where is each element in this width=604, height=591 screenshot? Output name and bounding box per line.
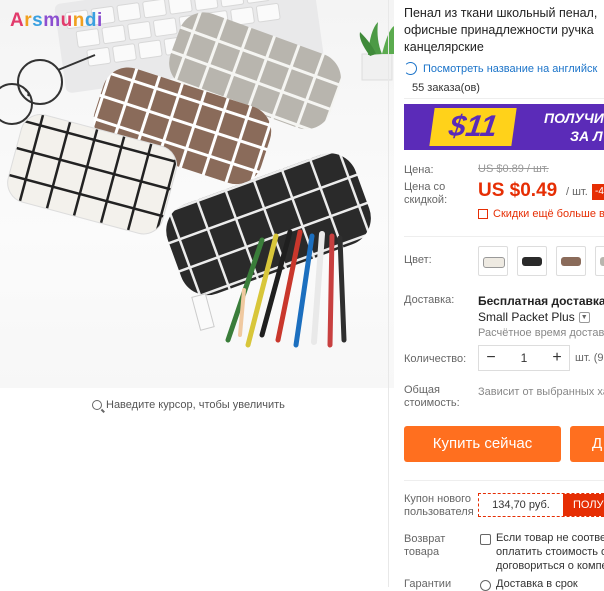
divider — [404, 480, 604, 481]
price-label: Цена: — [404, 164, 434, 176]
returns-line: оплатить стоимость об — [496, 546, 604, 558]
discount-price-label: Цена со скидкой: — [404, 181, 448, 206]
quantity-increase-button[interactable]: + — [545, 346, 569, 370]
returns-line: Если товар не соответ — [496, 532, 604, 544]
banner-text-1: ПОЛУЧИ — [544, 110, 604, 126]
buy-now-button[interactable]: Купить сейчас — [404, 426, 561, 462]
product-title-line: Пенал из ткани школьный пенал, — [404, 6, 598, 20]
shipping-method[interactable]: Small Packet Plus — [478, 310, 575, 324]
quantity-input[interactable]: 1 — [503, 346, 545, 370]
color-swatch-brown[interactable] — [556, 246, 586, 276]
shipping-estimate: Расчётное время доставк — [478, 327, 604, 339]
coupon-label: Купон нового пользователя — [404, 493, 474, 518]
returns-line: договориться о компе — [496, 560, 604, 572]
price-unit: / шт. — [566, 186, 588, 198]
current-price: US $0.49 — [478, 180, 558, 201]
banner-amount: $11 — [429, 108, 517, 146]
color-label: Цвет: — [404, 254, 432, 266]
total-value: Зависит от выбранных ха — [478, 386, 604, 398]
orders-count: 55 заказа(ов) — [412, 82, 480, 94]
zoom-hint: Наведите курсор, чтобы увеличить — [92, 399, 285, 411]
discount-badge: -4 — [592, 184, 604, 200]
product-gallery: Arsmundi Наведите курсор, чтобы увеличит… — [0, 0, 394, 420]
guarantee-text: Доставка в срок — [496, 578, 578, 590]
add-to-cart-button[interactable]: Д — [570, 426, 604, 462]
promo-text[interactable]: Скидки ещё больше в — [493, 208, 604, 220]
divider — [404, 236, 604, 237]
brand-logo: Arsmundi — [10, 10, 103, 31]
color-swatch-black[interactable] — [517, 246, 547, 276]
orders-bar: 55 заказа(ов) — [404, 78, 604, 99]
total-label: Общая стоимость: — [404, 384, 460, 409]
returns-label: Возврат товара — [404, 533, 446, 558]
product-title-line: офисные принадлежности ручка — [404, 23, 594, 37]
shipping-label: Доставка: — [404, 294, 455, 306]
banner-text-2: ЗА Л — [570, 128, 603, 144]
return-policy-icon — [480, 534, 491, 545]
translate-link-text[interactable]: Посмотреть название на английск — [423, 63, 597, 75]
pencil-case-photo — [0, 0, 394, 348]
coupon-amount: 134,70 руб. — [492, 499, 550, 511]
zoom-hint-text: Наведите курсор, чтобы увеличить — [106, 399, 285, 411]
returns-text: Если товар не соответ оплатить стоимость… — [496, 531, 604, 573]
product-title-line: канцелярские — [404, 40, 484, 54]
quantity-decrease-button[interactable]: − — [479, 346, 503, 370]
quantity-stepper: − 1 + — [478, 345, 570, 371]
shipping-method-select[interactable]: Small Packet Plus ▼ — [478, 310, 590, 324]
color-swatch-white[interactable] — [478, 246, 508, 276]
guarantee-label: Гарантии — [404, 578, 452, 590]
product-main-image[interactable]: Arsmundi — [0, 0, 394, 388]
qr-code-icon — [478, 209, 488, 219]
quantity-label: Количество: — [404, 353, 467, 365]
promo-banner[interactable]: $11 ПОЛУЧИ ЗА Л — [404, 104, 604, 150]
product-title: Пенал из ткани школьный пенал, офисные п… — [404, 5, 604, 56]
promo-link[interactable]: Скидки ещё больше в — [478, 208, 604, 220]
column-divider — [388, 0, 389, 587]
shield-icon — [480, 580, 491, 591]
old-price: US $0.89 / шт. — [478, 163, 549, 175]
shipping-option: Бесплатная доставка в — [478, 294, 604, 308]
get-coupon-button[interactable]: ПОЛУ — [563, 494, 604, 516]
coupon-box: 134,70 руб. ПОЛУ — [478, 493, 604, 517]
quantity-unit: шт. (9 — [575, 352, 604, 364]
color-swatch-gray[interactable] — [595, 246, 604, 276]
translate-link[interactable]: Посмотреть название на английск — [404, 62, 597, 75]
translate-icon — [404, 62, 417, 75]
chevron-down-icon[interactable]: ▼ — [578, 311, 590, 323]
magnifier-icon — [92, 400, 102, 410]
